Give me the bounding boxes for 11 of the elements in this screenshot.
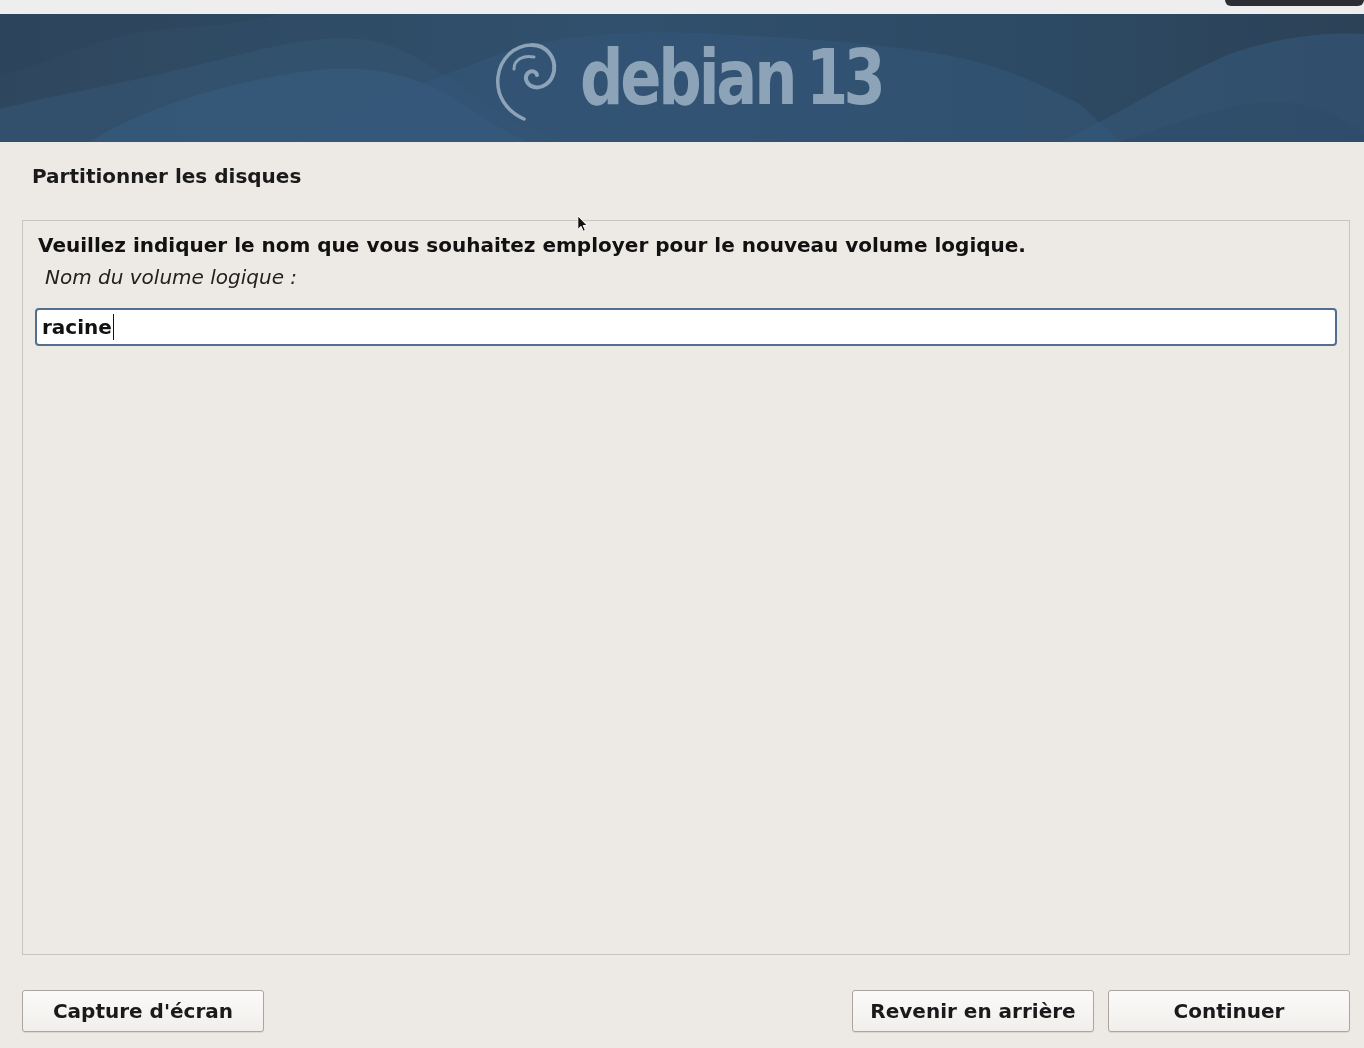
logo-wordmark: debian [580,40,795,116]
field-label: Nom du volume logique : [45,265,298,289]
logo-version: 13 [806,40,882,116]
question-text: Veuillez indiquer le nom que vous souhaitez employer pour le nouveau volume logique. [38,233,1026,257]
dialog-button[interactable]: Capture d'écran [22,990,264,1032]
step-title: Partitionner les disques [32,163,302,190]
dialog-button[interactable]: Revenir en arrière [852,990,1094,1032]
mouse-pointer-icon [577,215,588,232]
text-caret-icon [112,314,114,340]
volume-name-field[interactable]: racine [35,308,1337,346]
dialog-button[interactable]: Continuer [1108,990,1350,1032]
